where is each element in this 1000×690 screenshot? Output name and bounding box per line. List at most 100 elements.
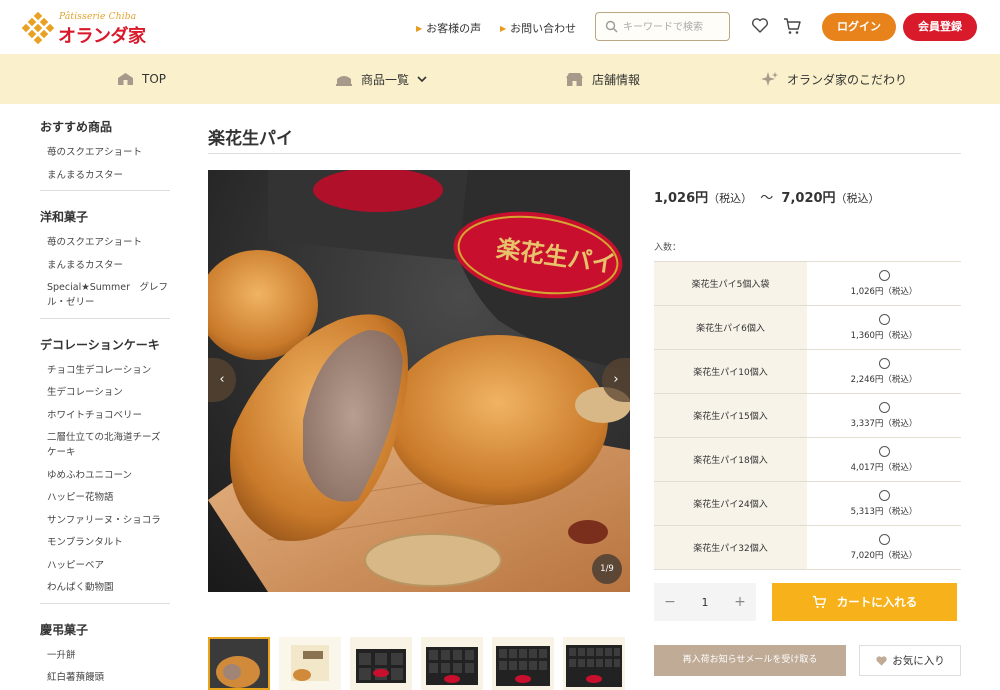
sidebar-item[interactable]: ゆめふわユニコーン xyxy=(40,468,170,483)
option-radio[interactable] xyxy=(878,490,890,501)
sidebar-item[interactable]: 生デコレーション xyxy=(40,385,170,400)
sparkle-icon xyxy=(761,71,778,86)
thumbnail[interactable] xyxy=(563,637,625,690)
option-price: 1,026円（税込） xyxy=(850,287,918,297)
sidebar-item[interactable]: チョコ生デコレーション xyxy=(40,363,170,378)
favorite-button[interactable]: お気に入り xyxy=(859,645,961,676)
logo-mark-icon xyxy=(22,12,54,44)
sidebar-heading: おすすめ商品 xyxy=(40,120,113,134)
home-icon xyxy=(118,73,133,85)
main-nav: TOP 商品一覧 店舗情報 オランダ家のこだわり xyxy=(0,54,1000,104)
sidebar-heading: 慶弔菓子 xyxy=(40,622,89,637)
option-radio[interactable] xyxy=(878,534,890,545)
product-gallery: 楽花生パイ ‹ › 1/9 xyxy=(208,170,630,592)
option-name: 楽花生パイ5個入袋 xyxy=(654,262,807,305)
range-separator: 〜 xyxy=(760,191,774,206)
option-name: 楽花生パイ15個入 xyxy=(654,394,807,437)
option-name: 楽花生パイ6個入 xyxy=(654,306,807,349)
option-row[interactable]: 楽花生パイ18個入 4,017円（税込） xyxy=(654,438,961,482)
heart-icon[interactable] xyxy=(751,17,769,34)
nav-top[interactable]: TOP xyxy=(117,54,166,104)
option-row[interactable]: 楽花生パイ15個入 3,337円（税込） xyxy=(654,394,961,438)
tax-note: （税込） xyxy=(835,192,880,205)
option-price: 5,313円（税込） xyxy=(850,507,918,517)
sidebar-item[interactable]: 一升餅 xyxy=(40,648,170,663)
sidebar-divider xyxy=(40,317,170,319)
cart-icon xyxy=(812,595,826,609)
add-to-cart-button[interactable]: カートに入れる xyxy=(772,583,957,621)
thumbnail[interactable] xyxy=(279,637,341,690)
nav-commitment[interactable]: オランダ家のこだわり xyxy=(760,54,907,104)
gallery-counter: 1/9 xyxy=(592,554,622,584)
sidebar-item[interactable]: ホワイトチョコベリー xyxy=(40,408,170,423)
cake-icon xyxy=(336,75,352,86)
sidebar-item[interactable]: 苺のスクエアショート xyxy=(40,145,170,160)
option-radio[interactable] xyxy=(878,314,890,325)
option-row[interactable]: 楽花生パイ24個入 5,313円（税込） xyxy=(654,482,961,526)
sidebar-item[interactable]: まんまるカスター xyxy=(40,258,170,273)
sidebar-divider xyxy=(40,190,170,191)
register-button[interactable]: 会員登録 xyxy=(903,13,977,41)
customer-voice-link[interactable]: ▶ お客様の声 xyxy=(416,20,481,36)
contact-link[interactable]: ▶ お問い合わせ xyxy=(500,20,576,36)
restock-notify-button[interactable]: 再入荷お知らせメールを受け取る xyxy=(654,645,846,676)
brand-logo[interactable]: Pâtisserie Chiba オランダ家 xyxy=(22,10,152,47)
thumbnail[interactable] xyxy=(350,637,412,690)
sidebar-item[interactable]: モンブランタルト xyxy=(40,535,170,550)
search-input[interactable] xyxy=(623,18,723,36)
decrement-button[interactable]: − xyxy=(654,594,686,610)
option-radio[interactable] xyxy=(878,358,890,369)
option-radio[interactable] xyxy=(878,270,890,281)
triangle-bullet-icon: ▶ xyxy=(416,24,423,33)
product-photo: 楽花生パイ xyxy=(208,170,630,592)
sidebar-item[interactable]: まんまるカスター xyxy=(40,168,170,183)
quantity-value[interactable]: 1 xyxy=(686,596,724,609)
triangle-bullet-icon: ▶ xyxy=(500,24,507,33)
option-name: 楽花生パイ32個入 xyxy=(654,526,807,569)
sidebar-heading: 洋和菓子 xyxy=(40,210,89,224)
option-row[interactable]: 楽花生パイ6個入 1,360円（税込） xyxy=(654,306,961,350)
option-name: 楽花生パイ10個入 xyxy=(654,350,807,393)
option-row[interactable]: 楽花生パイ5個入袋 1,026円（税込） xyxy=(654,262,961,306)
site-header: Pâtisserie Chiba オランダ家 ▶お客様の声 ▶お問い合わせ ログ… xyxy=(0,0,1000,54)
price-range: 1,026円（税込） 〜 7,020円（税込） xyxy=(654,187,880,206)
option-radio[interactable] xyxy=(878,446,890,457)
option-price: 2,246円（税込） xyxy=(850,375,918,385)
increment-button[interactable]: + xyxy=(724,594,756,610)
tax-note: （税込） xyxy=(708,192,753,205)
title-divider xyxy=(208,153,961,154)
heart-icon xyxy=(876,655,887,666)
cart-icon[interactable] xyxy=(783,17,802,35)
nav-store-info[interactable]: 店舗情報 xyxy=(565,54,640,104)
sidebar-item[interactable]: 二層仕立ての北海道チーズケーキ xyxy=(40,430,170,460)
option-name: 楽花生パイ24個入 xyxy=(654,482,807,525)
nav-products[interactable]: 商品一覧 xyxy=(335,54,427,104)
quantity-label: 入数： xyxy=(654,243,682,253)
product-title: 楽花生パイ xyxy=(208,129,293,149)
sidebar-item[interactable]: 紅白薯蕷饅頭 xyxy=(40,670,170,685)
option-price: 7,020円（税込） xyxy=(850,551,918,561)
sidebar-item[interactable]: 苺のスクエアショート xyxy=(40,235,170,250)
sidebar-item[interactable]: サンファリーヌ・ショコラ xyxy=(40,513,170,528)
option-row[interactable]: 楽花生パイ32個入 7,020円（税込） xyxy=(654,526,961,570)
thumbnail[interactable] xyxy=(421,637,483,690)
sidebar-item[interactable]: Special★Summer グレフル・ゼリー xyxy=(40,280,170,310)
option-table: 楽花生パイ5個入袋 1,026円（税込） 楽花生パイ6個入 1,360円（税込）… xyxy=(654,261,961,570)
sidebar-item[interactable]: ハッピーベア xyxy=(40,558,170,573)
login-button[interactable]: ログイン xyxy=(822,13,896,41)
brand-name: オランダ家 xyxy=(58,26,146,47)
quantity-stepper: − 1 + xyxy=(654,583,756,621)
price-max: 7,020円 xyxy=(781,191,836,206)
option-row[interactable]: 楽花生パイ10個入 2,246円（税込） xyxy=(654,350,961,394)
sidebar-item[interactable]: わんぱく動物園 xyxy=(40,580,170,595)
thumbnail[interactable] xyxy=(492,637,554,690)
sidebar-divider xyxy=(40,602,170,604)
sidebar-item[interactable]: ハッピー花物語 xyxy=(40,490,170,505)
option-price: 1,360円（税込） xyxy=(850,331,918,341)
sidebar-heading: デコレーションケーキ xyxy=(40,337,160,352)
brand-subtitle: Pâtisserie Chiba xyxy=(59,12,137,22)
option-radio[interactable] xyxy=(878,402,890,413)
search-icon xyxy=(605,20,618,33)
thumbnail[interactable] xyxy=(208,637,270,690)
search-box xyxy=(595,12,730,41)
